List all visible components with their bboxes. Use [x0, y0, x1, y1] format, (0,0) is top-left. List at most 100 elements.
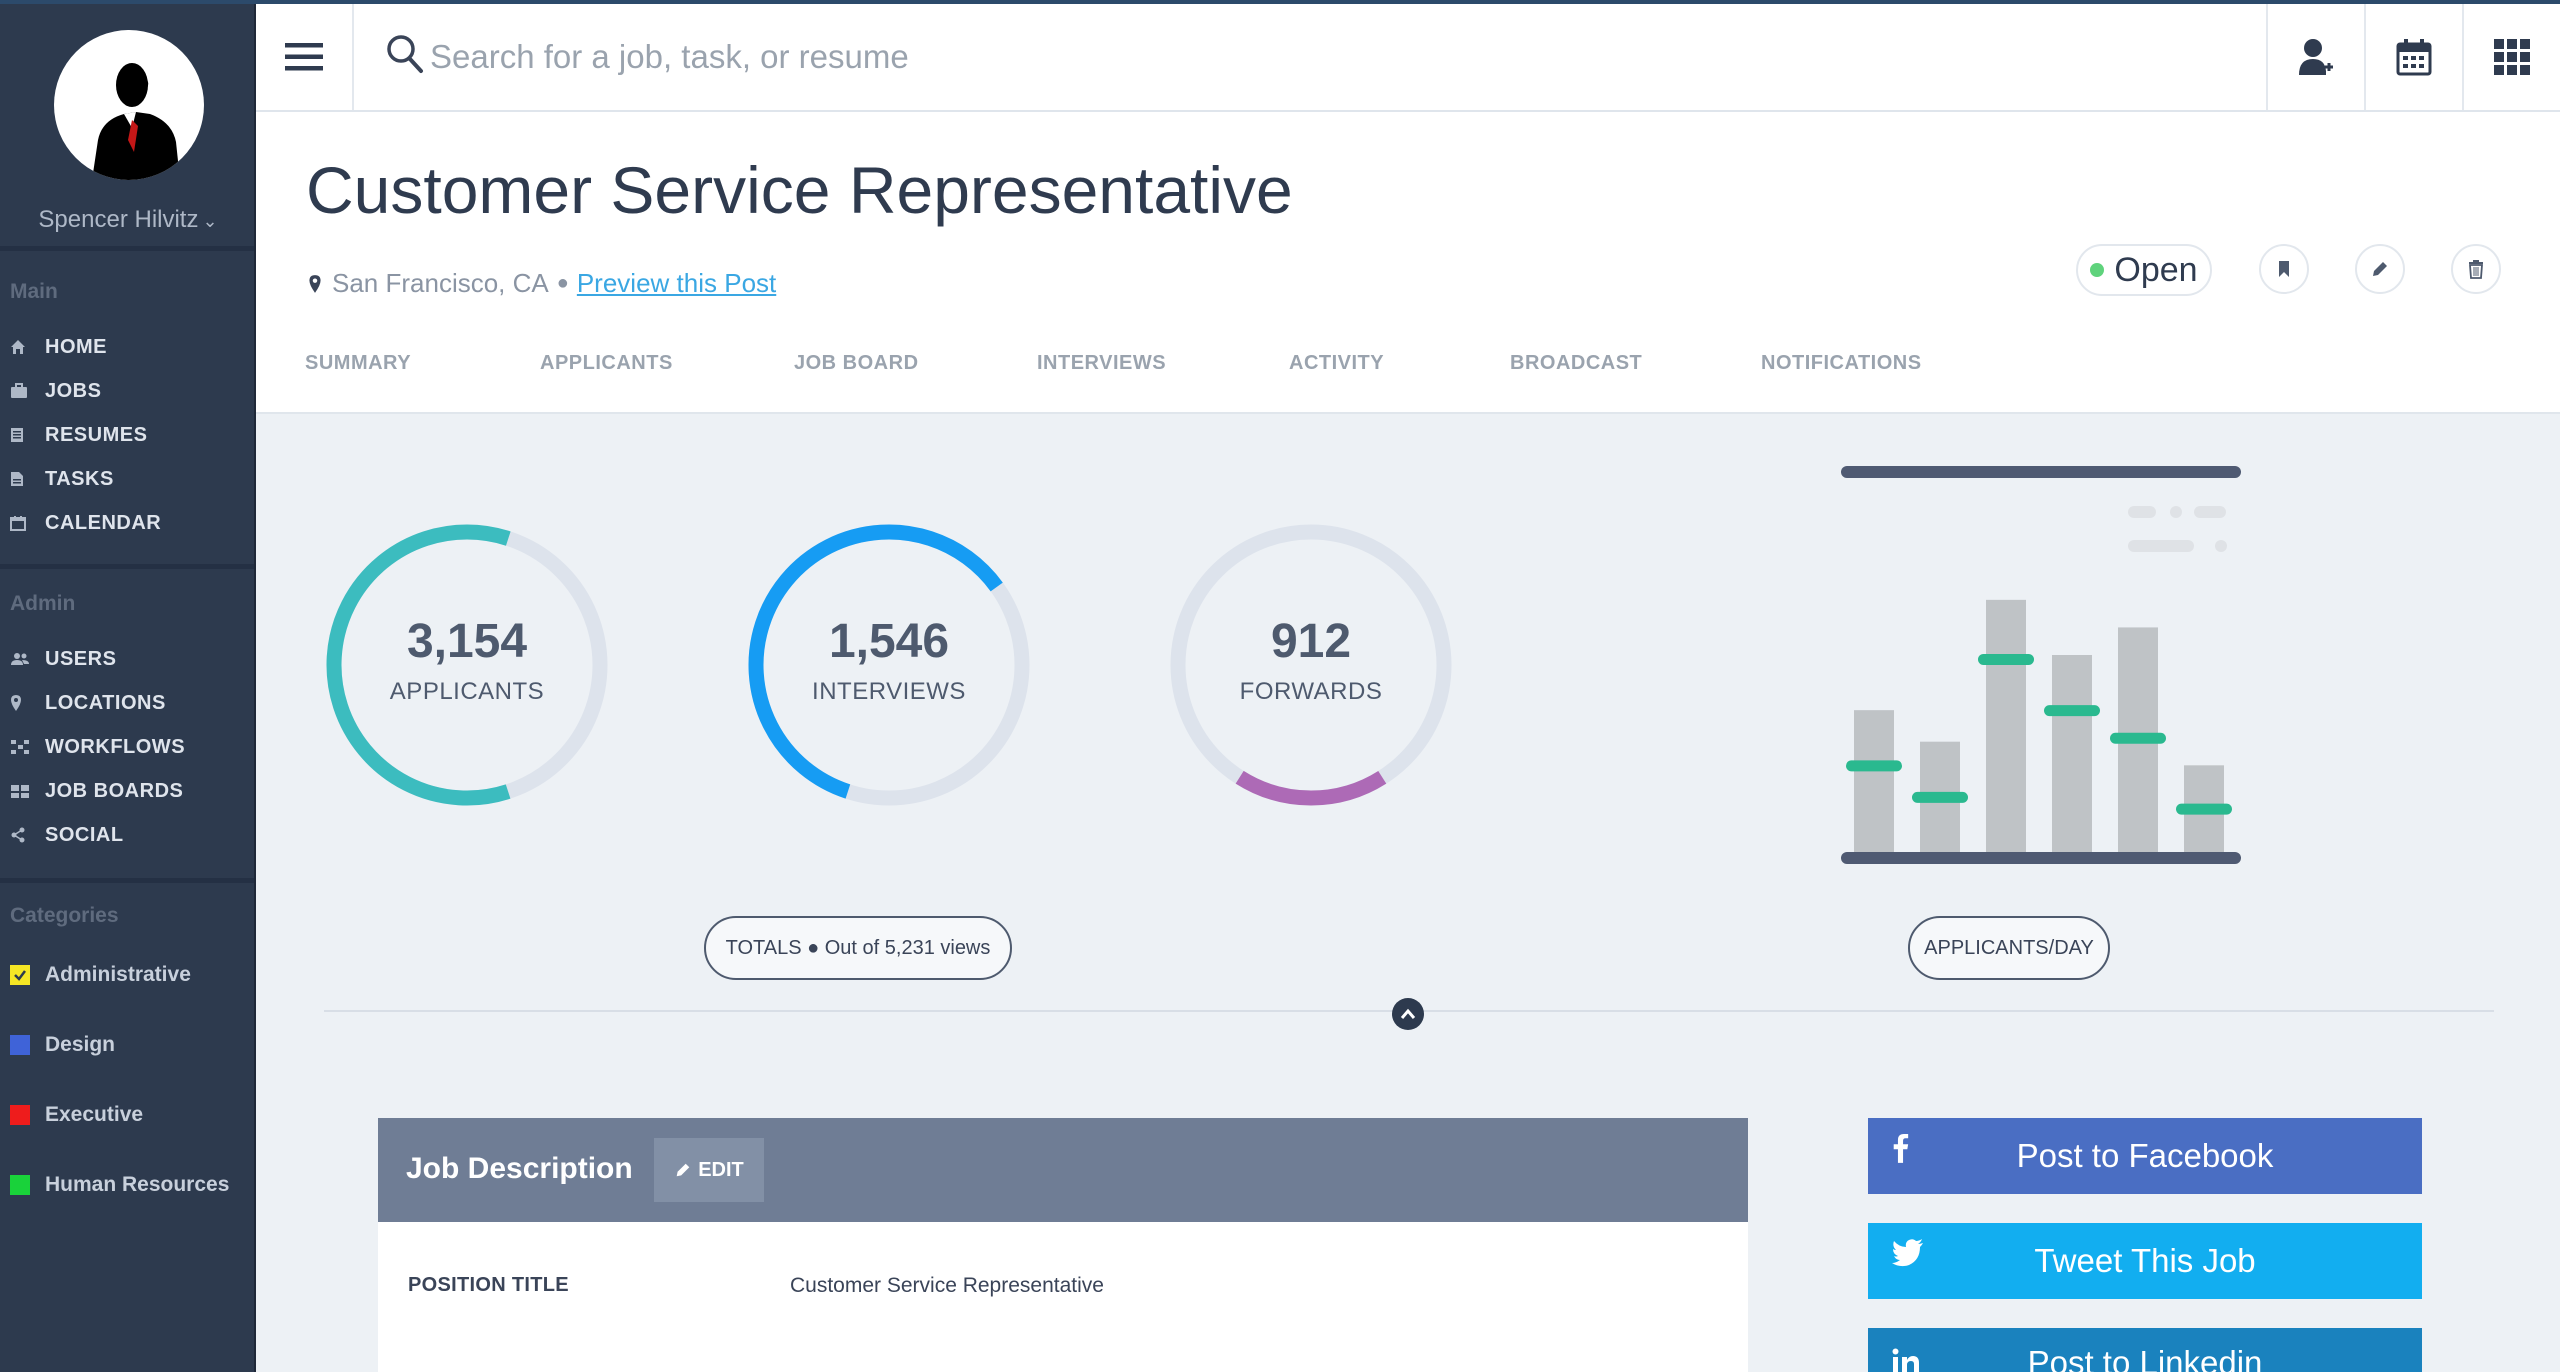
- post-to-facebook-button[interactable]: Post to Facebook: [1868, 1118, 2422, 1194]
- edit-description-button[interactable]: EDIT: [654, 1138, 764, 1202]
- apps-grid-button[interactable]: [2462, 4, 2560, 110]
- map-pin-icon: [10, 694, 34, 712]
- applicants-stat[interactable]: 3,154 APPLICANTS: [322, 520, 612, 810]
- home-icon: [10, 339, 34, 355]
- forwards-count: 912: [1270, 615, 1352, 668]
- collapse-stats-button[interactable]: [1392, 998, 1424, 1030]
- tab-activity[interactable]: ACTIVITY: [1289, 352, 1384, 375]
- chart-bars: [1846, 599, 2232, 852]
- sidebar-item-label: SOCIAL: [45, 823, 124, 846]
- workflow-icon: [10, 739, 34, 755]
- bookmark-button[interactable]: [2259, 244, 2309, 294]
- sidebar-item-users[interactable]: USERS: [10, 644, 116, 674]
- sidebar-item-label: CALENDAR: [45, 511, 162, 534]
- calendar-icon: [2396, 39, 2432, 76]
- job-boards-icon: [10, 783, 34, 799]
- users-icon: [10, 651, 34, 667]
- delete-job-button[interactable]: [2451, 244, 2501, 294]
- sidebar-item-calendar[interactable]: CALENDAR: [10, 508, 161, 538]
- chart-marker: [2044, 705, 2100, 717]
- category-label: Design: [45, 1033, 116, 1056]
- status-badge[interactable]: Open: [2076, 244, 2212, 296]
- add-user-button[interactable]: [2266, 4, 2364, 110]
- sidebar-divider: [0, 246, 254, 251]
- chevron-down-icon: ⌄: [202, 211, 218, 231]
- apps-grid-icon: [2494, 39, 2530, 75]
- pencil-icon: [2373, 262, 2387, 276]
- linkedin-label: Post to Linkedin: [2027, 1344, 2263, 1372]
- sidebar-divider: [0, 564, 254, 569]
- category-checkbox[interactable]: [10, 1175, 30, 1195]
- chart-marker: [1978, 653, 2034, 665]
- interviews-stat[interactable]: 1,546 INTERVIEWS: [744, 520, 1034, 810]
- tab-interviews[interactable]: INTERVIEWS: [1037, 352, 1166, 375]
- sidebar-item-tasks[interactable]: TASKS: [10, 464, 114, 494]
- tab-job-board[interactable]: JOB BOARD: [794, 352, 919, 375]
- page-title: Customer Service Representative: [306, 153, 1293, 227]
- preview-post-link[interactable]: Preview this Post: [577, 268, 776, 299]
- interviews-count: 1,546: [828, 615, 950, 668]
- search-input[interactable]: [430, 32, 1930, 82]
- edit-job-button[interactable]: [2355, 244, 2405, 294]
- tasks-icon: [10, 471, 34, 487]
- applicants-per-day-chart: [1841, 466, 2241, 864]
- calendar-button[interactable]: [2364, 4, 2462, 110]
- tab-applicants[interactable]: APPLICANTS: [540, 352, 673, 375]
- avatar[interactable]: [54, 30, 204, 180]
- tab-notifications[interactable]: NOTIFICATIONS: [1761, 352, 1922, 375]
- pencil-icon: [676, 1163, 690, 1177]
- sidebar-item-locations[interactable]: LOCATIONS: [10, 688, 166, 718]
- window-top-border: [0, 0, 2560, 4]
- category-label: Administrative: [45, 963, 191, 986]
- chevron-up-icon: [1400, 1008, 1416, 1019]
- search-icon: [387, 35, 423, 73]
- briefcase-icon: [10, 383, 34, 399]
- chart-bar: [1854, 710, 1894, 852]
- category-administrative[interactable]: Administrative: [10, 960, 191, 990]
- chart-marker: [2110, 732, 2166, 744]
- position-title-key: POSITION TITLE: [408, 1274, 569, 1296]
- trash-icon: [2469, 260, 2483, 279]
- add-user-icon: [2299, 39, 2333, 75]
- tweet-this-job-button[interactable]: Tweet This Job: [1868, 1223, 2422, 1299]
- separator-dot: ●: [556, 272, 569, 294]
- hamburger-menu-button[interactable]: [256, 4, 354, 110]
- chart-bar: [2052, 655, 2092, 852]
- tab-summary[interactable]: SUMMARY: [305, 352, 411, 375]
- document-icon: [10, 427, 34, 443]
- totals-pill[interactable]: TOTALS ● Out of 5,231 views: [704, 916, 1012, 980]
- category-executive[interactable]: Executive: [10, 1100, 143, 1130]
- applicants-label: APPLICANTS: [389, 678, 545, 705]
- chart-marker: [2176, 803, 2232, 815]
- job-description-title: Job Description: [406, 1152, 633, 1185]
- category-checkbox[interactable]: [10, 1105, 30, 1125]
- category-human-resources[interactable]: Human Resources: [10, 1170, 229, 1200]
- sidebar-item-workflows[interactable]: WORKFLOWS: [10, 732, 185, 762]
- sidebar-item-social[interactable]: SOCIAL: [10, 820, 124, 850]
- chart-baseline: [1841, 852, 2241, 864]
- tab-broadcast[interactable]: BROADCAST: [1510, 352, 1642, 375]
- user-menu[interactable]: Spencer Hilvitz ⌄: [0, 206, 256, 234]
- chart-top-bar: [1841, 466, 2241, 478]
- sidebar-item-resumes[interactable]: RESUMES: [10, 420, 147, 450]
- applicants-per-day-pill[interactable]: APPLICANTS/DAY: [1908, 916, 2110, 980]
- sidebar-item-home[interactable]: HOME: [10, 332, 107, 362]
- chart-bar: [1986, 599, 2026, 852]
- sidebar-item-job-boards[interactable]: JOB BOARDS: [10, 776, 183, 806]
- share-icon: [10, 827, 34, 843]
- interviews-label: INTERVIEWS: [812, 678, 966, 705]
- category-checkbox[interactable]: [10, 1035, 30, 1055]
- calendar-icon: [10, 515, 34, 531]
- post-to-linkedin-button[interactable]: Post to Linkedin: [1868, 1328, 2422, 1372]
- sidebar-item-label: LOCATIONS: [45, 691, 166, 714]
- category-design[interactable]: Design: [10, 1030, 115, 1060]
- forwards-stat[interactable]: 912 FORWARDS: [1166, 520, 1456, 810]
- status-dot-icon: [2090, 263, 2105, 277]
- sidebar-item-label: USERS: [45, 647, 117, 670]
- category-checkbox[interactable]: [10, 965, 30, 985]
- user-name-label: Spencer Hilvitz: [38, 206, 199, 233]
- hamburger-icon: [285, 43, 323, 71]
- category-label: Executive: [45, 1103, 144, 1126]
- sidebar-item-jobs[interactable]: JOBS: [10, 376, 101, 406]
- linkedin-icon: [1892, 1348, 1919, 1372]
